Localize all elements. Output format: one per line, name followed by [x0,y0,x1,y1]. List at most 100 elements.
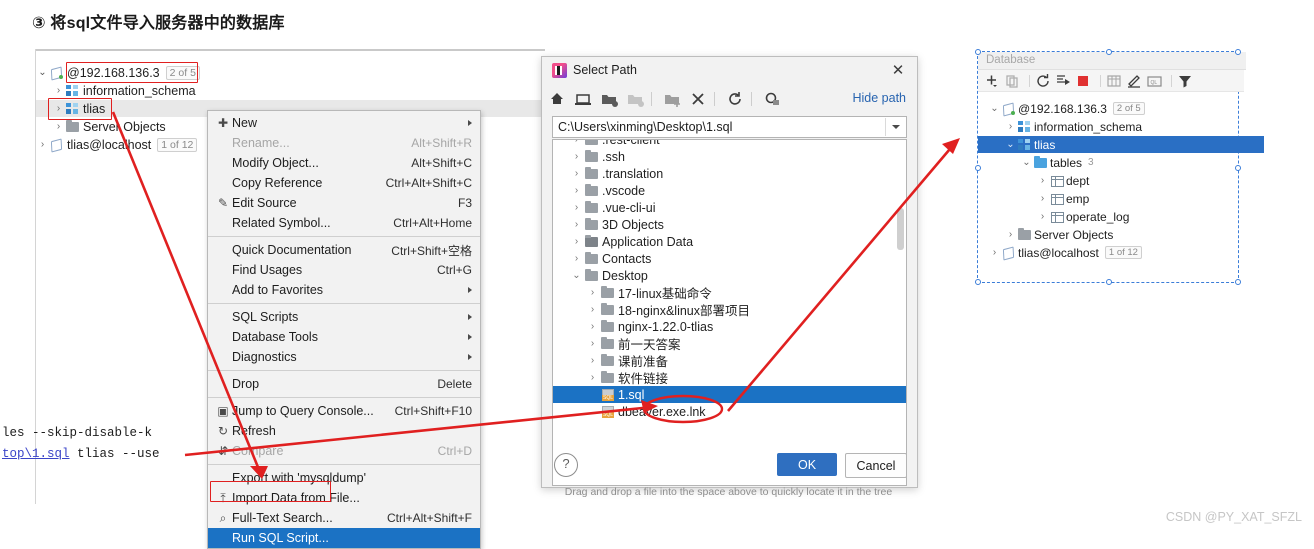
file-tree-row[interactable]: › 课前准备 [553,352,906,369]
resize-handle[interactable] [1235,279,1241,285]
delete-icon[interactable] [687,89,709,109]
db-row-server-objects[interactable]: › Server Objects [978,226,1264,243]
db-row-connection[interactable]: ⌄ @192.168.136.3 2 of 5 [978,100,1248,117]
file-tree-row-selected-sql[interactable]: 1.sql [553,386,906,403]
stop-icon[interactable] [1075,73,1092,89]
file-tree[interactable]: › .rest-client › .ssh › .translation › .vsco… [552,139,907,486]
menu-item-full-text-search[interactable]: ⌕ Full-Text Search... Ctrl+Alt+Shift+F [208,508,480,528]
chevron-right-icon[interactable]: › [52,103,65,114]
chevron-down-icon[interactable]: ⌄ [988,103,1001,114]
chevron-right-icon[interactable]: › [52,121,65,132]
chevron-right-icon[interactable]: › [569,253,584,264]
chevron-right-icon[interactable]: › [585,321,600,332]
chevron-right-icon[interactable]: › [1004,121,1017,132]
menu-item-modify-object[interactable]: Modify Object... Alt+Shift+C [208,153,480,173]
menu-item-import-data-from-file[interactable]: ⤒ Import Data from File... [208,488,480,508]
left-tree-row-localhost[interactable]: › tlias@localhost 1 of 12 [36,136,198,153]
chevron-right-icon[interactable]: › [569,140,584,145]
resize-handle[interactable] [1106,49,1112,55]
filter-icon[interactable] [1177,73,1194,89]
chevron-right-icon[interactable]: › [569,236,584,247]
file-tree-row[interactable]: › 18-nginx&linux部署项目 [553,301,906,318]
home-icon[interactable] [546,89,568,109]
edit-icon[interactable] [1126,73,1143,89]
left-tree-row-connection[interactable]: ⌄ @192.168.136.3 2 of 5 [36,64,200,81]
path-input[interactable]: C:\Users\xinming\Desktop\1.sql [552,116,907,138]
file-tree-row[interactable]: › .rest-client [553,140,906,148]
terminal-path-link[interactable]: top\1.sql [2,447,70,461]
menu-item-find-usages[interactable]: Find Usages Ctrl+G [208,260,480,280]
chevron-right-icon[interactable]: › [988,247,1001,258]
resize-handle[interactable] [975,49,981,55]
chevron-right-icon[interactable]: › [569,202,584,213]
db-row-information-schema[interactable]: › information_schema [978,118,1264,135]
menu-item-quick-documentation[interactable]: Quick Documentation Ctrl+Shift+空格 [208,240,480,260]
menu-item-refresh[interactable]: ↻ Refresh [208,421,480,441]
file-tree-row[interactable]: › Contacts [553,250,906,267]
run-icon[interactable] [1055,73,1072,89]
chevron-down-icon[interactable]: ⌄ [36,67,49,78]
chevron-right-icon[interactable]: › [1036,193,1049,204]
copy-icon[interactable] [1004,73,1021,89]
file-tree-row[interactable]: › 17-linux基础命令 [553,284,906,301]
file-tree-row[interactable]: › .ssh [553,148,906,165]
chevron-down-icon[interactable]: ⌄ [1020,157,1033,168]
resize-handle[interactable] [1235,165,1241,171]
left-tree-row-server-objects[interactable]: › Server Objects [52,118,166,135]
menu-item-add-to-favorites[interactable]: Add to Favorites [208,280,480,300]
resize-handle[interactable] [1106,279,1112,285]
left-tree-row-tlias[interactable]: › tlias [52,100,105,117]
refresh-icon[interactable] [724,89,746,109]
menu-item-edit-source[interactable]: ✎ Edit Source F3 [208,193,480,213]
hide-path-link[interactable]: Hide path [852,91,906,105]
menu-item-diagnostics[interactable]: Diagnostics [208,347,480,367]
menu-item-sql-scripts[interactable]: SQL Scripts [208,307,480,327]
menu-item-copy-reference[interactable]: Copy Reference Ctrl+Alt+Shift+C [208,173,480,193]
file-tree-row[interactable]: › 3D Objects [553,216,906,233]
query-console-icon[interactable]: QL [1146,73,1163,89]
file-tree-row[interactable]: › 软件链接 [553,369,906,386]
db-row-operate-log[interactable]: › operate_log [978,208,1296,225]
file-tree-row[interactable]: › .vscode [553,182,906,199]
menu-item-database-tools[interactable]: Database Tools [208,327,480,347]
file-tree-row[interactable]: › 前一天答案 [553,335,906,352]
chevron-down-icon[interactable] [885,118,906,136]
file-tree-row[interactable]: › nginx-1.22.0-tlias [553,318,906,335]
file-tree-row[interactable]: dbeaver.exe.lnk [553,403,906,420]
context-menu[interactable]: ✚ New Rename... Alt+Shift+R Modify Objec… [207,110,481,549]
chevron-right-icon[interactable]: › [569,219,584,230]
close-icon[interactable]: ✕ [889,61,907,79]
menu-item-new[interactable]: ✚ New [208,113,480,133]
chevron-right-icon[interactable]: › [569,185,584,196]
chevron-right-icon[interactable]: › [1004,229,1017,240]
left-tree-row-information-schema[interactable]: › information_schema [52,82,196,99]
show-hidden-icon[interactable] [761,89,783,109]
menu-item-run-sql-script[interactable]: Run SQL Script... [208,528,480,548]
chevron-right-icon[interactable]: › [1036,175,1049,186]
menu-item-related-symbol[interactable]: Related Symbol... Ctrl+Alt+Home [208,213,480,233]
chevron-down-icon[interactable]: ⌄ [1004,139,1017,150]
help-button[interactable]: ? [554,453,578,477]
chevron-right-icon[interactable]: › [585,338,600,349]
db-row-emp[interactable]: › emp [978,190,1296,207]
db-row-tlias[interactable]: ⌄ tlias [978,136,1264,153]
chevron-right-icon[interactable]: › [585,304,600,315]
chevron-down-icon[interactable]: ⌄ [569,270,584,281]
add-icon[interactable] [984,73,1001,89]
refresh-icon[interactable] [1035,73,1052,89]
cancel-button[interactable]: Cancel [845,453,907,478]
db-row-dept[interactable]: › dept [978,172,1296,189]
file-tree-row[interactable]: › Application Data [553,233,906,250]
menu-item-jump-to-query-console[interactable]: ▣ Jump to Query Console... Ctrl+Shift+F1… [208,401,480,421]
file-tree-row[interactable]: › .vue-cli-ui [553,199,906,216]
file-tree-scrollbar[interactable] [897,208,904,250]
resize-handle[interactable] [975,165,981,171]
desktop-icon[interactable] [572,89,594,109]
resize-handle[interactable] [975,279,981,285]
menu-item-export-with-mysqldump[interactable]: Export with 'mysqldump' [208,468,480,488]
chevron-right-icon[interactable]: › [585,372,600,383]
file-tree-row[interactable]: › .translation [553,165,906,182]
chevron-right-icon[interactable]: › [585,355,600,366]
chevron-right-icon[interactable]: › [52,85,65,96]
chevron-right-icon[interactable]: › [585,287,600,298]
